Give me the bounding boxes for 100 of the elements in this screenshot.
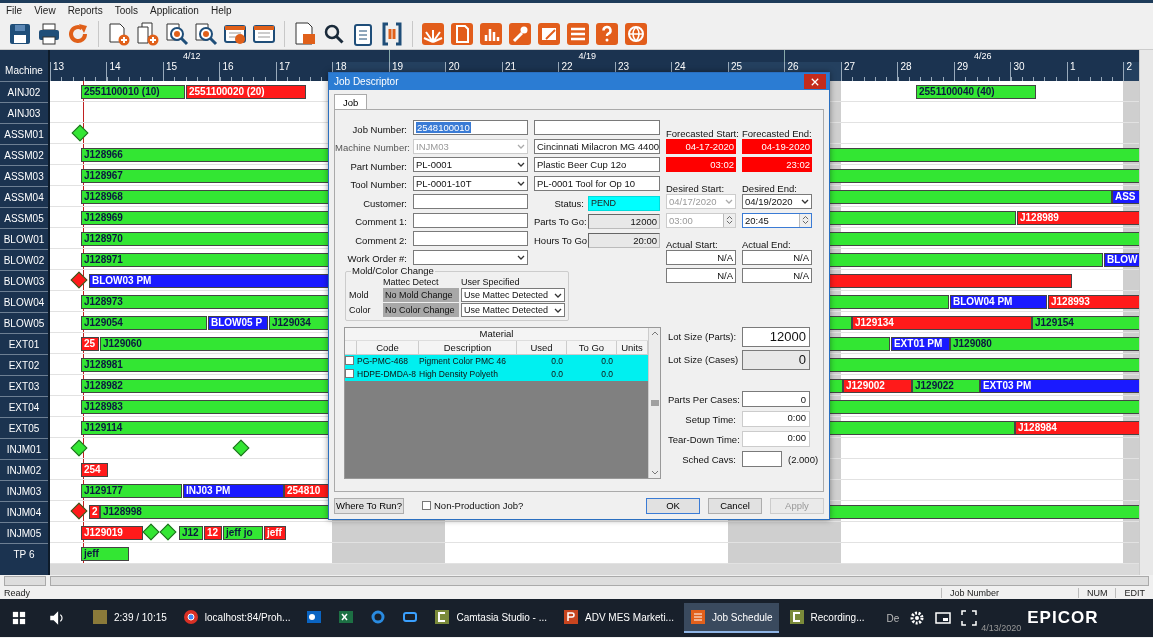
- readonly-field: N/A: [742, 249, 812, 265]
- day-label: 21: [504, 61, 517, 72]
- window-title: Job Descriptor: [334, 76, 400, 87]
- day-label: 17: [278, 61, 291, 72]
- machine-label: INJM02: [0, 459, 48, 480]
- day-label: 13: [52, 61, 65, 72]
- table-cell-text: High Density Polyeth: [419, 369, 499, 379]
- day-label: 18: [335, 61, 347, 72]
- table-cell-text: HDPE-DMDA-8: [357, 369, 418, 379]
- field-label: Job Number:: [351, 123, 407, 135]
- machine-label: ASSM02: [0, 144, 48, 165]
- day-label: 24: [674, 61, 686, 72]
- machine-label: ASSM05: [0, 207, 48, 228]
- day-label: 27: [843, 61, 856, 72]
- group-title: Mold/Color Change: [351, 265, 435, 276]
- status-text: Ready: [4, 588, 31, 598]
- day-label: 29: [956, 61, 969, 72]
- table-cell-text: PG-PMC-468: [357, 356, 409, 366]
- logo: EPICOR: [1027, 608, 1099, 628]
- day-label: 14: [109, 61, 121, 72]
- readonly-field: N/A: [666, 268, 736, 283]
- machine-label: INJM04: [0, 501, 48, 522]
- day-label: 26: [787, 61, 799, 72]
- field-label: Desired Start:: [666, 183, 726, 194]
- forecast-field: 03:02: [666, 157, 736, 172]
- machine-label: INJM05: [0, 522, 48, 543]
- machine-label: EXT05: [0, 417, 48, 438]
- column-header: Mattec Detect: [383, 277, 440, 287]
- field-label: Desired End:: [742, 183, 798, 194]
- status-pane: EDIT: [1115, 588, 1153, 598]
- machine-label: TP 6: [0, 543, 48, 564]
- machine-label: BLOW04: [0, 291, 48, 312]
- readonly-field: N/A: [742, 268, 812, 283]
- column-header: Machine: [4, 64, 44, 78]
- week-label: 4/19: [578, 51, 596, 61]
- week-label: 4/12: [182, 51, 201, 61]
- day-label: 15: [165, 61, 178, 72]
- day-label: 28: [900, 61, 912, 72]
- field-label: Work Order #:: [346, 253, 407, 265]
- field-label: Customer:: [362, 197, 407, 209]
- day-label: 2: [1126, 61, 1132, 72]
- field-label: Comment 1:: [354, 216, 407, 228]
- machine-label: EXT01: [0, 333, 48, 354]
- readonly-field: No Color Change: [383, 303, 459, 317]
- day-label: 1: [1069, 61, 1076, 72]
- field-label: Machine Number:: [335, 142, 407, 154]
- day-label: 16: [222, 61, 234, 72]
- day-label: 23: [617, 61, 630, 72]
- field-label: Forecasted Start:: [666, 127, 736, 139]
- status-pane: Job Number: [941, 588, 1078, 598]
- table-cell-text: 0.0: [550, 356, 564, 366]
- machine-label: ASSM04: [0, 186, 48, 207]
- week-label: 4/26: [973, 51, 992, 61]
- field-label: Lot Size (Parts):: [668, 331, 736, 342]
- machine-label: AINJ03: [0, 102, 48, 123]
- field-label: Sched Cavs:: [681, 453, 736, 465]
- forecast-field: 04-19-2020: [742, 138, 812, 154]
- field-label: Parts To Go:: [534, 216, 584, 228]
- machine-label: AINJ02: [0, 81, 48, 102]
- day-label: 19: [391, 61, 404, 72]
- readonly-field: 20:00: [588, 232, 660, 248]
- tray-text: De: [886, 612, 900, 624]
- field-label: Status:: [553, 197, 584, 209]
- forecast-field: 04-17-2020: [666, 138, 736, 154]
- row-label: Mold: [349, 290, 370, 300]
- status-field: PEND: [588, 195, 660, 211]
- machine-label: BLOW01: [0, 228, 48, 249]
- day-label: 30: [1013, 61, 1025, 72]
- machine-label: BLOW02: [0, 249, 48, 270]
- field-label: Part Number:: [349, 160, 407, 172]
- field-note: (2.000): [788, 453, 819, 465]
- day-label: 22: [561, 61, 573, 72]
- row-label: Color: [349, 305, 372, 315]
- machine-label: EXT02: [0, 354, 48, 375]
- status-pane: NUM: [1078, 588, 1116, 598]
- machine-label: ASSM01: [0, 123, 48, 144]
- field-label: Comment 2:: [354, 234, 407, 246]
- field-label: Forecasted End:: [742, 127, 812, 139]
- column-header: User Specified: [461, 277, 521, 287]
- table-title: Material: [345, 327, 648, 341]
- machine-label: BLOW03: [0, 270, 48, 291]
- field-label: Setup Time:: [684, 413, 736, 425]
- table-cell-text: 0.0: [550, 369, 564, 379]
- machine-label: BLOW05: [0, 312, 48, 333]
- day-label: 20: [448, 61, 460, 72]
- table-cell-text: Pigment Color PMC 46: [419, 356, 507, 366]
- machine-label: INJM03: [0, 480, 48, 501]
- machine-label: EXT04: [0, 396, 48, 417]
- date-text: 4/13/2020: [981, 623, 1022, 633]
- field-label: Lot Size (Cases): [668, 354, 736, 365]
- readonly-field: N/A: [666, 249, 736, 265]
- machine-label: INJM01: [0, 438, 48, 459]
- machine-label: EXT03: [0, 375, 48, 396]
- readonly-field: 12000: [588, 214, 660, 230]
- table-cell-text: 0.0: [600, 356, 614, 366]
- field-label: Tool Number:: [349, 179, 407, 191]
- day-label: 25: [730, 61, 743, 72]
- readonly-field: No Mold Change: [383, 288, 459, 302]
- forecast-field: 23:02: [742, 157, 812, 172]
- table-cell-text: 0.0: [600, 369, 614, 379]
